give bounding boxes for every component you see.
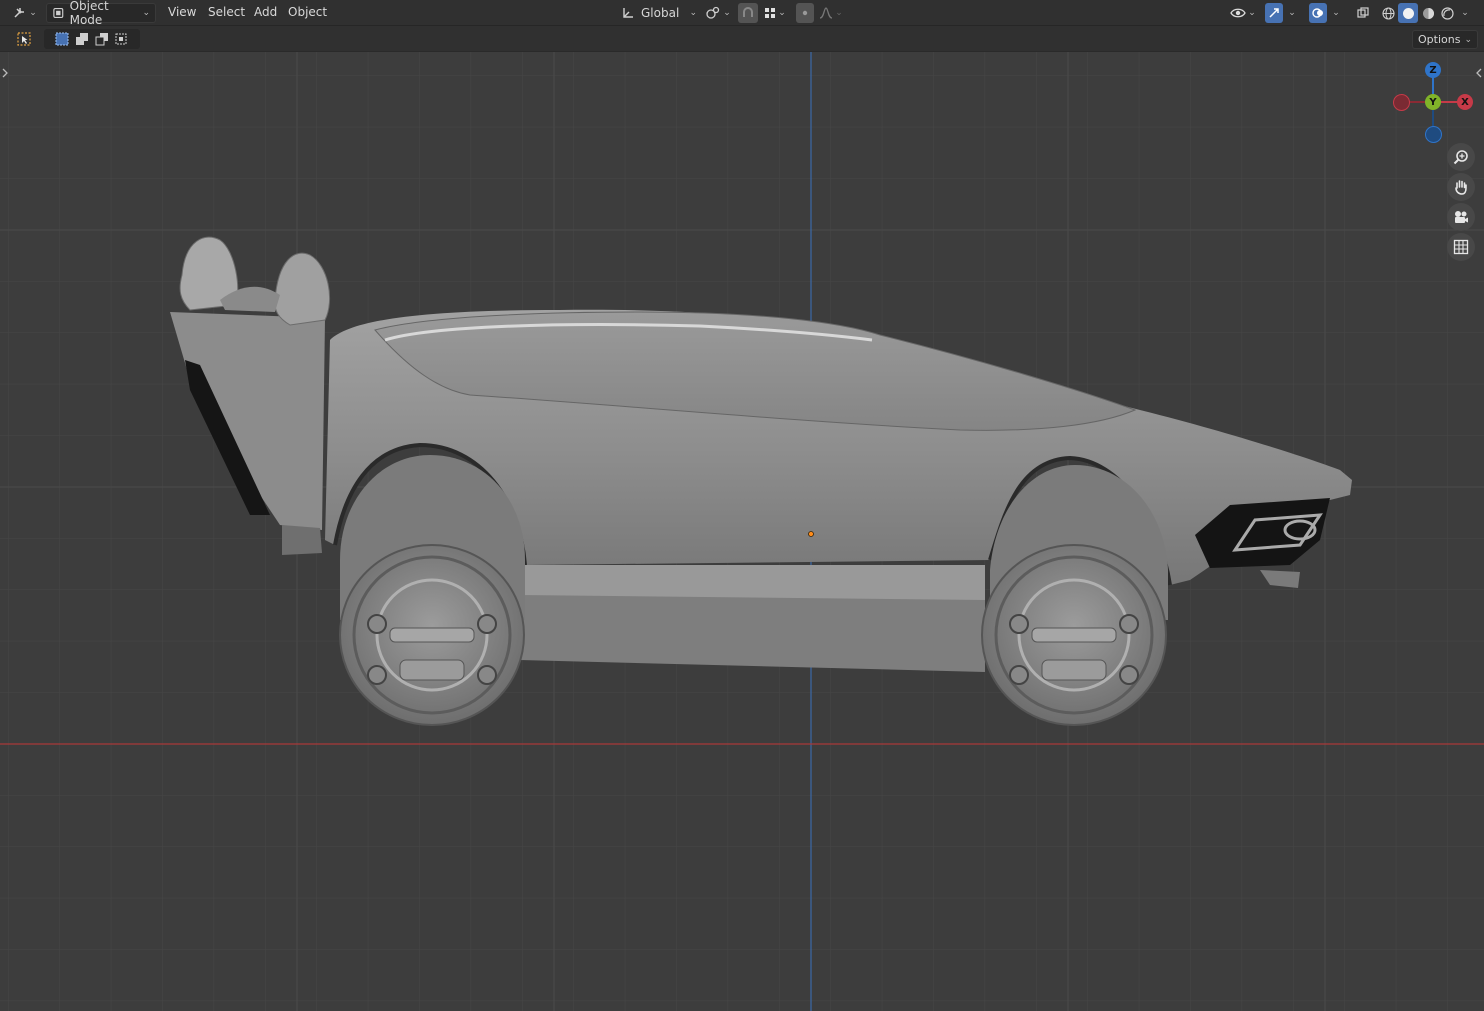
3d-viewport[interactable]: Z Y X bbox=[0, 52, 1484, 1011]
shading-rendered[interactable] bbox=[1438, 3, 1456, 23]
proportional-edit-toggle[interactable] bbox=[796, 3, 814, 23]
falloff-curve-icon bbox=[820, 7, 833, 19]
mode-label: Object Mode bbox=[69, 0, 109, 27]
rear-wheel bbox=[339, 544, 525, 726]
chevron-down-icon: ⌄ bbox=[723, 8, 731, 18]
snap-target-button[interactable]: ⌄ bbox=[760, 3, 790, 23]
menu-object[interactable]: Object bbox=[288, 5, 327, 19]
overlays-toggle[interactable] bbox=[1309, 3, 1327, 23]
grid-ortho-icon bbox=[1453, 239, 1469, 255]
menu-select[interactable]: Select bbox=[208, 5, 245, 19]
overlays-menu[interactable]: ⌄ bbox=[1329, 3, 1343, 23]
select-set-icon[interactable] bbox=[54, 32, 70, 46]
pivot-point-button[interactable]: ⌄ bbox=[703, 3, 733, 23]
mode-dropdown[interactable]: Object Mode ⌄ bbox=[46, 0, 156, 27]
menu-add[interactable]: Add bbox=[254, 5, 277, 19]
gizmo-y-label: Y bbox=[1429, 96, 1437, 108]
visibility-button[interactable]: ⌄ bbox=[1227, 3, 1259, 23]
gizmo-neg-x-axis[interactable] bbox=[1393, 94, 1410, 111]
pivot-icon bbox=[706, 6, 720, 19]
orientation-label: Global bbox=[641, 6, 680, 20]
object-origin-dot bbox=[808, 531, 814, 537]
solid-sphere-icon bbox=[1402, 7, 1414, 19]
ortho-toggle-button[interactable] bbox=[1447, 233, 1475, 261]
gizmo-neg-z-axis[interactable] bbox=[1425, 126, 1442, 143]
zoom-icon bbox=[1453, 150, 1468, 165]
gizmo-menu[interactable]: ⌄ bbox=[1285, 3, 1299, 23]
camera-view-button[interactable] bbox=[1447, 203, 1475, 231]
hand-pan-icon bbox=[1455, 180, 1467, 195]
chevron-down-icon: ⌄ bbox=[29, 8, 37, 18]
rendered-sphere-icon bbox=[1440, 6, 1454, 20]
gizmo-x-axis[interactable]: X bbox=[1457, 94, 1473, 110]
shading-wireframe[interactable] bbox=[1378, 3, 1398, 23]
gizmo-z-axis[interactable]: Z bbox=[1425, 62, 1441, 78]
pan-button[interactable] bbox=[1447, 173, 1475, 201]
orientation-axes-icon bbox=[623, 8, 633, 18]
camera-view-icon bbox=[1455, 211, 1468, 223]
car-skirt-top bbox=[520, 565, 985, 600]
magnet-icon bbox=[743, 7, 753, 17]
eye-icon bbox=[1230, 8, 1246, 18]
viewport-header: ⌄ Object Mode ⌄ View Select Add Object G… bbox=[0, 0, 1484, 27]
gizmo-x-label: X bbox=[1461, 96, 1469, 108]
chevron-down-icon: ⌄ bbox=[1248, 8, 1256, 18]
select-invert-icon[interactable] bbox=[114, 32, 130, 46]
tool-settings-bar: Options ⌄ bbox=[0, 26, 1484, 52]
chevron-down-icon: ⌄ bbox=[1288, 8, 1296, 18]
viewport-canvas bbox=[0, 52, 1484, 1011]
chevron-down-icon: ⌄ bbox=[1464, 34, 1472, 45]
editor-type-icon bbox=[14, 8, 25, 18]
orientation-dropdown[interactable]: Global ⌄ bbox=[617, 3, 697, 23]
select-extend-icon[interactable] bbox=[74, 32, 90, 46]
selection-mode-group bbox=[44, 29, 140, 49]
xray-toggle[interactable] bbox=[1354, 3, 1372, 23]
options-dropdown[interactable]: Options ⌄ bbox=[1412, 30, 1478, 49]
editor-type-button[interactable]: ⌄ bbox=[8, 3, 42, 23]
options-label: Options bbox=[1418, 33, 1461, 46]
snap-grid-icon bbox=[765, 8, 776, 18]
select-box-tool-icon bbox=[17, 32, 31, 46]
chevron-down-icon: ⌄ bbox=[778, 8, 786, 18]
chevron-down-icon: ⌄ bbox=[689, 8, 697, 18]
material-sphere-icon bbox=[1422, 7, 1434, 19]
shading-material[interactable] bbox=[1418, 3, 1438, 23]
shading-menu[interactable]: ⌄ bbox=[1458, 3, 1472, 23]
chevron-down-icon: ⌄ bbox=[1332, 8, 1340, 18]
gizmo-toggle[interactable] bbox=[1265, 3, 1283, 23]
chevron-down-icon: ⌄ bbox=[142, 8, 150, 18]
snap-toggle[interactable] bbox=[738, 3, 758, 23]
object-mode-icon bbox=[53, 8, 64, 18]
shading-solid[interactable] bbox=[1398, 3, 1418, 23]
zoom-button[interactable] bbox=[1447, 143, 1475, 171]
xray-icon bbox=[1357, 7, 1369, 18]
rear-bumper bbox=[282, 525, 322, 555]
gizmo-y-axis[interactable]: Y bbox=[1425, 94, 1441, 110]
menu-view[interactable]: View bbox=[168, 5, 196, 19]
active-tool-button[interactable] bbox=[14, 29, 34, 49]
gizmo-arrow-icon bbox=[1269, 8, 1279, 18]
overlays-icon bbox=[1312, 8, 1323, 18]
gizmo-z-label: Z bbox=[1429, 64, 1437, 76]
chevron-down-icon: ⌄ bbox=[1461, 8, 1469, 18]
proportional-circle-icon bbox=[802, 10, 808, 16]
select-subtract-icon[interactable] bbox=[94, 32, 110, 46]
chevron-down-icon: ⌄ bbox=[835, 8, 843, 18]
wireframe-sphere-icon bbox=[1381, 6, 1395, 20]
falloff-button[interactable]: ⌄ bbox=[817, 3, 845, 23]
front-wheel bbox=[981, 544, 1167, 726]
